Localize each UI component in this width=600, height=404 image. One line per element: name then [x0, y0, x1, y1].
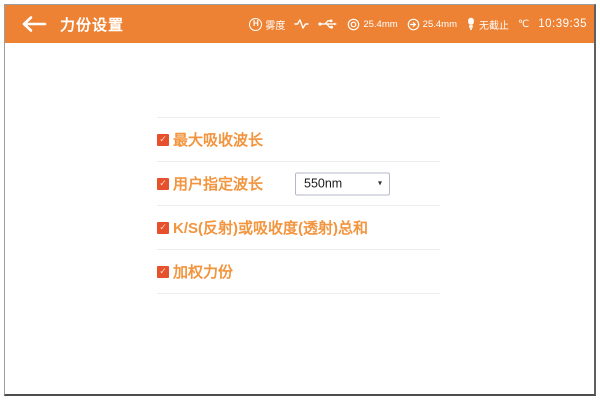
- wavelength-value: 550nm: [304, 177, 342, 191]
- list-bottom-divider: [157, 293, 440, 294]
- setting-label: 最大吸收波长: [173, 129, 263, 150]
- transmittance-aperture-value: 25.4mm: [423, 19, 457, 30]
- usb-icon: [318, 18, 338, 30]
- checkbox-weighted-strength[interactable]: ✓: [157, 266, 169, 278]
- checkbox-ks-sum[interactable]: ✓: [157, 222, 169, 234]
- uv-filter-label: 无截止: [479, 17, 509, 32]
- setting-row-weighted-strength: ✓ 加权力份: [157, 249, 440, 293]
- mode-indicator: H 雾度: [249, 17, 285, 32]
- back-arrow-icon: [21, 15, 47, 33]
- check-icon: ✓: [159, 179, 167, 188]
- transmittance-aperture-indicator: 25.4mm: [407, 18, 457, 31]
- screenshot-root: 力份设置 H 雾度: [0, 0, 600, 404]
- clock: 10:39:35: [538, 18, 587, 30]
- check-icon: ✓: [159, 135, 167, 144]
- pulse-wave-icon: [294, 18, 309, 30]
- status-bar: H 雾度: [249, 17, 587, 32]
- page-title: 力份设置: [60, 14, 124, 35]
- reflectance-aperture-indicator: 25.4mm: [347, 18, 397, 31]
- setting-row-ks-sum: ✓ K/S(反射)或吸收度(透射)总和: [157, 205, 440, 249]
- check-icon: ✓: [159, 267, 167, 276]
- h-mode-icon: H: [249, 18, 262, 31]
- check-icon: ✓: [159, 223, 167, 232]
- setting-label: K/S(反射)或吸收度(透射)总和: [173, 217, 368, 238]
- uv-lamp-icon: [466, 17, 476, 31]
- setting-label: 用户指定波长: [173, 173, 263, 194]
- strength-settings-list: ✓ 最大吸收波长 ✓ 用户指定波长 550nm ▾ ✓ K/S(反射)或吸收度(…: [157, 117, 440, 294]
- checkbox-max-absorption[interactable]: ✓: [157, 134, 169, 146]
- checkbox-user-wavelength[interactable]: ✓: [157, 178, 169, 190]
- setting-label: 加权力份: [173, 261, 233, 282]
- circle-arrow-icon: [407, 18, 420, 31]
- uv-filter-indicator: 无截止: [466, 17, 509, 32]
- header-bar: 力份设置 H 雾度: [5, 5, 594, 43]
- mode-label: 雾度: [265, 17, 285, 32]
- setting-row-max-absorption: ✓ 最大吸收波长: [157, 117, 440, 161]
- back-button[interactable]: [21, 15, 47, 33]
- setting-row-user-wavelength: ✓ 用户指定波长 550nm ▾: [157, 161, 440, 205]
- wavelength-select[interactable]: 550nm ▾: [295, 172, 390, 195]
- device-screen: 力份设置 H 雾度: [4, 4, 596, 396]
- caret-down-icon: ▾: [378, 179, 382, 188]
- temperature-unit: ℃: [518, 19, 529, 30]
- aperture-circles-icon: [347, 18, 360, 31]
- reflectance-aperture-value: 25.4mm: [363, 19, 397, 30]
